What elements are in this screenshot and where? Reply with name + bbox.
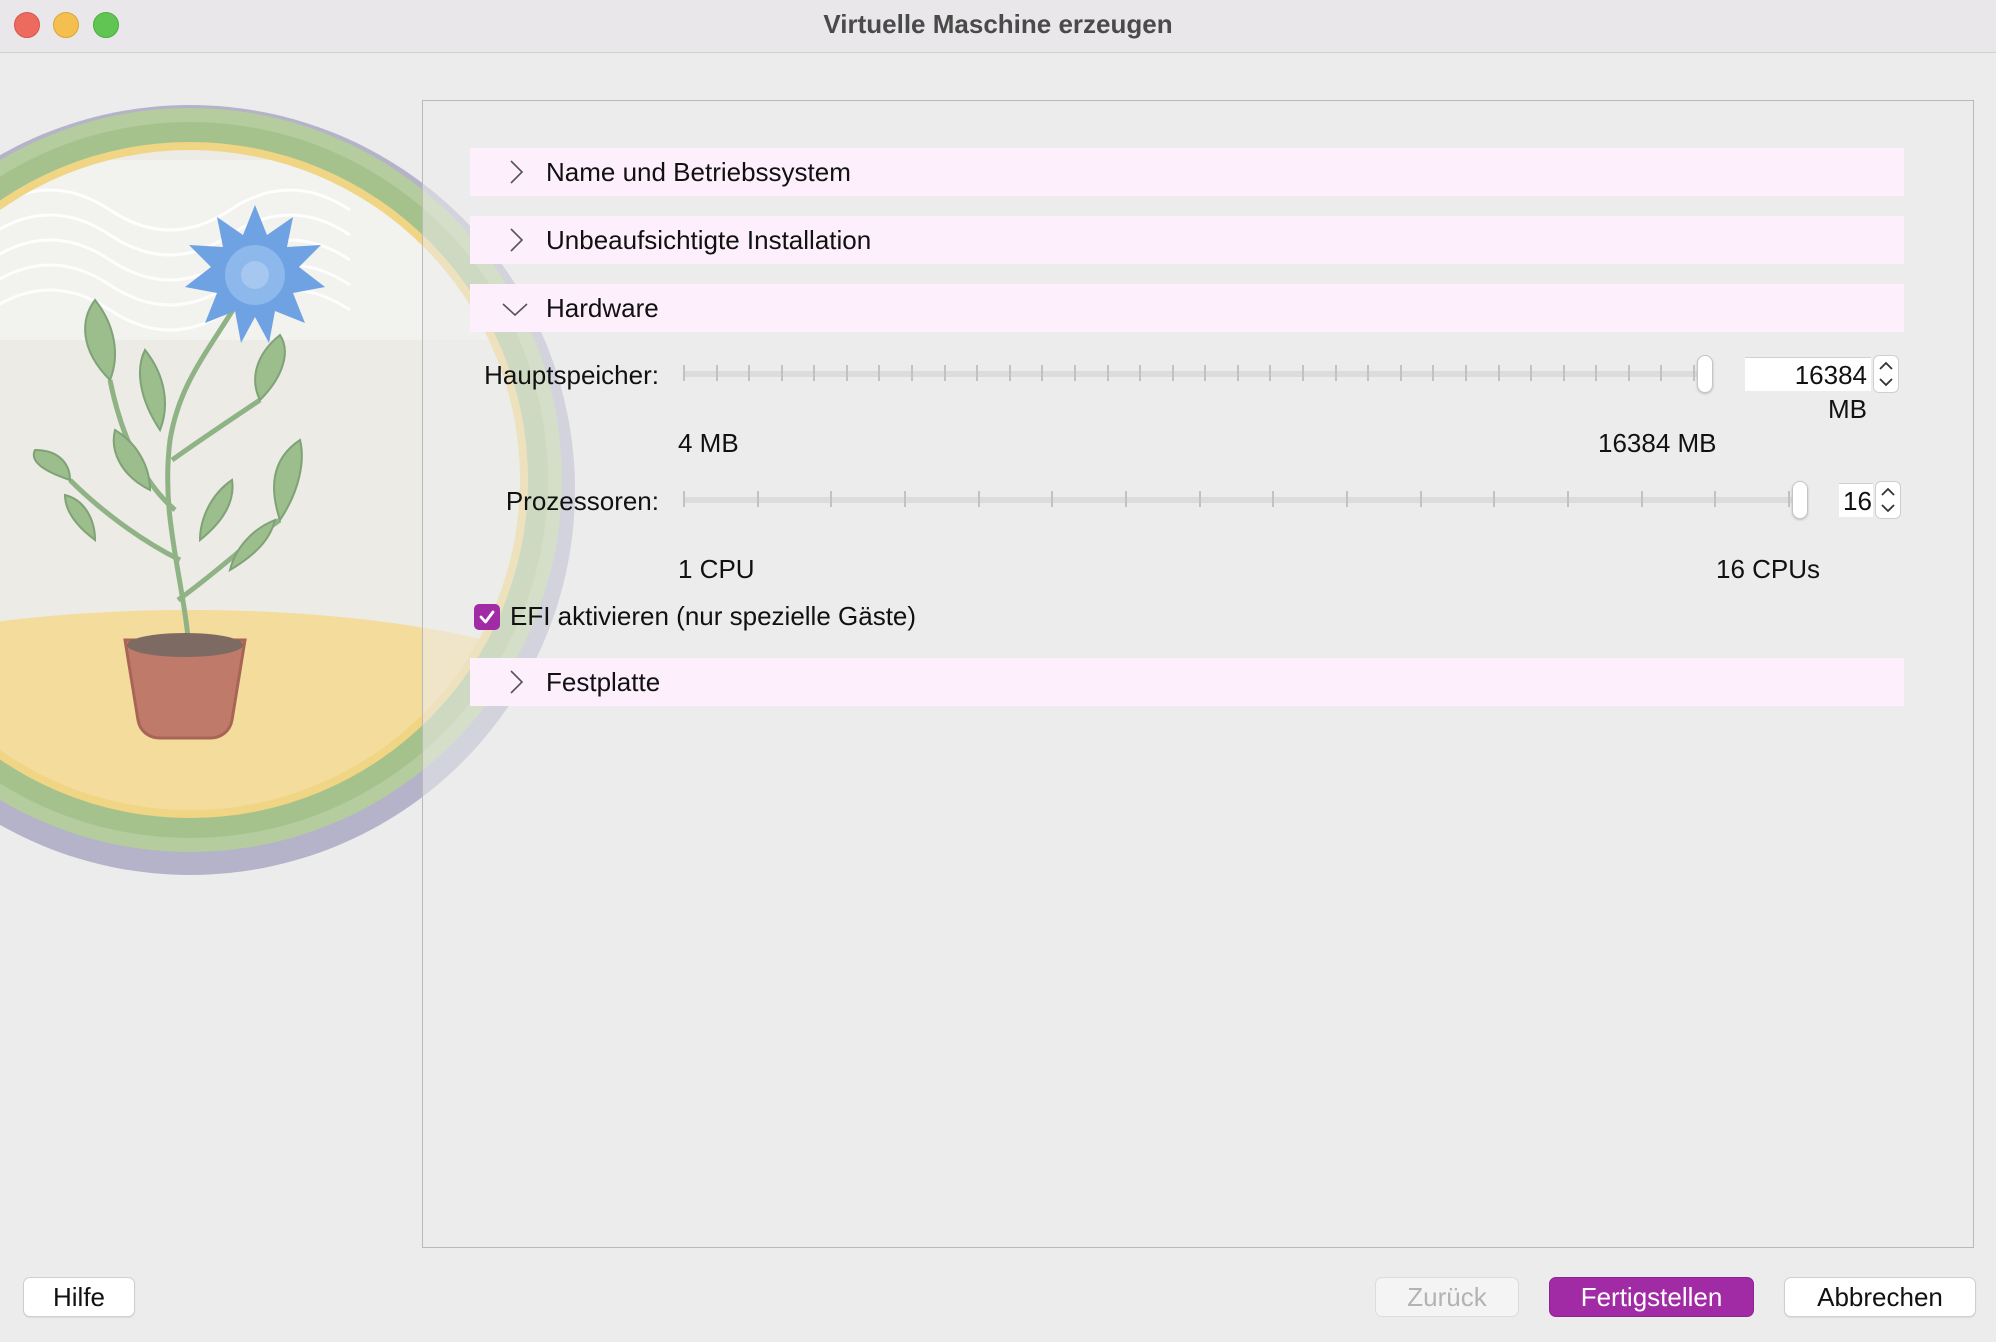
slider-tick	[1714, 491, 1716, 507]
efi-checkbox-row[interactable]: EFI aktivieren (nur spezielle Gäste)	[474, 601, 916, 632]
chevron-down-icon	[500, 293, 530, 323]
settings-panel: Name und Betriebssystem Unbeaufsichtigte…	[422, 100, 1974, 1248]
slider-tick	[1204, 365, 1206, 381]
slider-tick	[1041, 365, 1043, 381]
memory-slider[interactable]	[683, 354, 1713, 394]
slider-tick	[878, 365, 880, 381]
memory-slider-track	[683, 371, 1713, 377]
slider-tick	[1107, 365, 1109, 381]
slider-tick	[1628, 365, 1630, 381]
slider-tick	[813, 365, 815, 381]
slider-tick	[1493, 491, 1495, 507]
slider-tick	[1199, 491, 1201, 507]
slider-tick	[1660, 365, 1662, 381]
slider-tick	[1346, 491, 1348, 507]
slider-tick	[1595, 365, 1597, 381]
slider-tick	[1693, 365, 1695, 381]
slider-tick	[1051, 491, 1053, 507]
memory-label: Hauptspeicher:	[484, 360, 659, 390]
slider-tick	[1563, 365, 1565, 381]
memory-min-label: 4 MB	[678, 428, 739, 458]
stepper-down-icon	[1881, 504, 1895, 513]
back-button[interactable]: Zurück	[1375, 1277, 1519, 1317]
help-button[interactable]: Hilfe	[23, 1277, 135, 1317]
processors-value-field[interactable]: 16	[1839, 483, 1873, 517]
finish-button[interactable]: Fertigstellen	[1549, 1277, 1754, 1317]
memory-stepper[interactable]	[1873, 355, 1899, 393]
slider-tick	[1367, 365, 1369, 381]
section-name-and-os[interactable]: Name und Betriebssystem	[470, 148, 1904, 196]
section-hard-disk[interactable]: Festplatte	[470, 658, 1904, 706]
stepper-up-icon	[1881, 487, 1895, 496]
processors-slider-track	[683, 497, 1808, 503]
window-title: Virtuelle Maschine erzeugen	[823, 9, 1173, 39]
slider-tick	[1302, 365, 1304, 381]
slider-tick	[944, 365, 946, 381]
memory-slider-thumb[interactable]	[1697, 355, 1713, 393]
slider-tick	[748, 365, 750, 381]
slider-tick	[904, 491, 906, 507]
section-label: Name und Betriebssystem	[546, 156, 851, 187]
slider-tick	[911, 365, 913, 381]
slider-tick	[976, 365, 978, 381]
processors-stepper[interactable]	[1875, 481, 1901, 519]
slider-tick	[716, 365, 718, 381]
processors-spinbox[interactable]: 16	[1839, 480, 1901, 520]
slider-tick	[1498, 365, 1500, 381]
section-label: Festplatte	[546, 666, 661, 697]
section-unattended-install[interactable]: Unbeaufsichtigte Installation	[470, 216, 1904, 264]
slider-tick	[1432, 365, 1434, 381]
slider-tick	[978, 491, 980, 507]
title-bar: Virtuelle Maschine erzeugen	[0, 0, 1996, 53]
memory-value-field[interactable]: 16384 MB	[1745, 357, 1871, 424]
slider-tick	[1641, 491, 1643, 507]
stepper-up-icon	[1879, 361, 1893, 370]
slider-tick	[1172, 365, 1174, 381]
slider-tick	[781, 365, 783, 381]
slider-tick	[1074, 365, 1076, 381]
processors-max-label: 16 CPUs	[1716, 554, 1821, 584]
slider-tick	[1009, 365, 1011, 381]
checkmark-icon	[479, 610, 495, 623]
section-label: Unbeaufsichtigte Installation	[546, 224, 872, 255]
slider-tick	[683, 365, 685, 381]
section-label: Hardware	[546, 292, 659, 323]
slider-tick	[1788, 491, 1790, 507]
chevron-right-icon	[500, 225, 530, 255]
slider-tick	[1272, 491, 1274, 507]
slider-tick	[1335, 365, 1337, 381]
section-hardware[interactable]: Hardware	[470, 284, 1904, 332]
processors-slider[interactable]	[683, 480, 1808, 520]
slider-tick	[683, 491, 685, 507]
efi-checkbox[interactable]	[474, 603, 500, 630]
slider-tick	[1125, 491, 1127, 507]
stepper-down-icon	[1879, 378, 1893, 387]
memory-max-label: 16384 MB	[1598, 428, 1717, 458]
efi-checkbox-label: EFI aktivieren (nur spezielle Gäste)	[510, 601, 917, 631]
slider-tick	[846, 365, 848, 381]
slider-tick	[1530, 365, 1532, 381]
slider-tick	[1139, 365, 1141, 381]
slider-tick	[1269, 365, 1271, 381]
chevron-right-icon	[500, 667, 530, 697]
slider-tick	[757, 491, 759, 507]
slider-tick	[1465, 365, 1467, 381]
processors-label: Prozessoren:	[505, 486, 659, 516]
cancel-button[interactable]: Abbrechen	[1784, 1277, 1976, 1317]
slider-tick	[1567, 491, 1569, 507]
slider-tick	[830, 491, 832, 507]
processors-min-label: 1 CPU	[678, 554, 755, 584]
slider-tick	[1237, 365, 1239, 381]
memory-spinbox[interactable]: 16384 MB	[1745, 354, 1899, 424]
slider-tick	[1420, 491, 1422, 507]
slider-tick	[1400, 365, 1402, 381]
processors-slider-thumb[interactable]	[1792, 481, 1808, 519]
chevron-right-icon	[500, 157, 530, 187]
